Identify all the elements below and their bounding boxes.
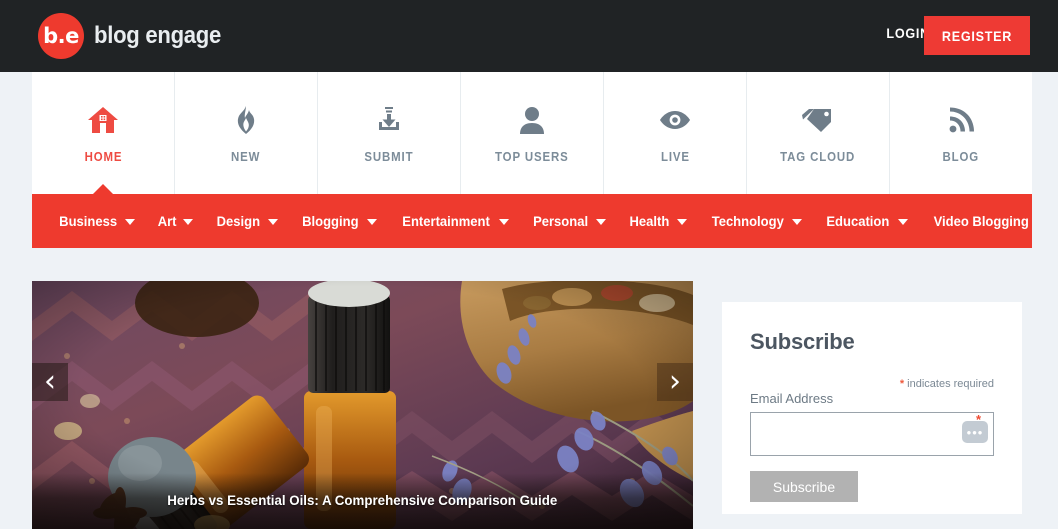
category-education[interactable]: Education [813,213,919,229]
category-business-label: Business [59,213,118,229]
autofill-icon[interactable]: ••• [962,421,988,443]
required-asterisk: * [899,378,905,390]
category-blogging-label: Blogging [302,213,359,229]
tags-icon [801,103,835,137]
page-root: b.e blog engage LOGIN REGISTER HOME NEW … [0,0,1058,529]
email-field-wrapper: * ••• [750,412,994,456]
category-business[interactable]: Business [46,213,146,229]
featured-caption-overlay: Herbs vs Essential Oils: A Comprehensive… [32,473,693,529]
chevron-down-icon [268,219,279,225]
category-entertainment-label: Entertainment [402,213,490,229]
category-personal[interactable]: Personal [520,213,617,229]
nav-item-tag-cloud[interactable]: TAG CLOUD [747,72,890,194]
chevron-down-icon [366,219,377,225]
category-design[interactable]: Design [204,213,289,229]
category-health[interactable]: Health [617,213,698,229]
nav-item-submit[interactable]: SUBMIT [318,72,461,194]
subscribe-button[interactable]: Subscribe [750,471,858,502]
nav-item-top-users[interactable]: TOP USERS [461,72,604,194]
category-technology-label: Technology [711,213,784,229]
nav-item-live[interactable]: LIVE [604,72,747,194]
user-icon [518,103,546,137]
nav-item-home-label: HOME [84,148,122,164]
category-non-english[interactable]: Non English [1044,213,1058,229]
chevron-down-icon [125,219,136,225]
chevron-down-icon [498,219,509,225]
eye-icon [658,103,692,137]
chevron-down-icon [676,219,687,225]
category-art-label: Art [157,213,177,229]
category-menu-bar: Business Art Design Blogging Entertainme… [32,194,1058,248]
nav-item-blog-label: BLOG [942,148,980,164]
chevron-down-icon [183,219,194,225]
featured-caption-text: Herbs vs Essential Oils: A Comprehensive… [167,492,558,508]
email-field-label: Email Address [750,391,834,406]
home-icon [87,103,119,137]
nav-item-new-label: NEW [231,148,261,164]
site-logo[interactable]: b.e blog engage [38,13,232,59]
category-video-blogging[interactable]: Video Blogging [919,213,1043,229]
featured-slider[interactable]: ‹ › Herbs vs Essential Oils: A Comprehen… [32,281,693,529]
category-blogging[interactable]: Blogging [289,213,388,229]
category-technology[interactable]: Technology [698,213,814,229]
category-health-label: Health [629,213,670,229]
logo-mark-icon: b.e [38,13,84,59]
category-art[interactable]: Art [146,213,204,229]
nav-item-tag-cloud-label: TAG CLOUD [780,148,856,164]
rss-icon [948,103,974,137]
category-entertainment[interactable]: Entertainment [388,213,520,229]
slider-next-button[interactable]: › [657,363,693,401]
nav-item-top-users-label: TOP USERS [495,148,569,164]
nav-item-blog[interactable]: BLOG [890,72,1032,194]
slider-prev-button[interactable]: ‹ [32,363,68,401]
nav-item-new[interactable]: NEW [175,72,318,194]
top-header-bar: b.e blog engage LOGIN REGISTER [0,0,1058,72]
primary-icon-nav: HOME NEW SUBMIT TOP USERS LIVE TAG CLOUD… [32,72,1032,195]
chevron-down-icon [792,219,803,225]
logo-wordmark: blog engage [94,22,222,49]
required-note-text: indicates required [907,378,994,390]
chevron-down-icon [596,219,607,225]
subscribe-panel: Subscribe * indicates required Email Add… [722,302,1022,514]
nav-item-home[interactable]: HOME [32,72,175,195]
subscribe-title: Subscribe [750,329,855,354]
category-education-label: Education [826,213,890,229]
category-video-blogging-label: Video Blogging [933,213,1029,229]
download-icon [374,103,404,137]
required-note: * indicates required [750,378,994,390]
register-button-label: REGISTER [941,27,1013,44]
nav-item-submit-label: SUBMIT [364,148,414,164]
register-button[interactable]: REGISTER [924,16,1030,55]
category-design-label: Design [217,213,261,229]
nav-item-live-label: LIVE [660,148,690,164]
flame-icon [233,103,259,137]
category-personal-label: Personal [533,213,589,229]
chevron-down-icon [898,219,909,225]
email-input[interactable] [750,412,994,456]
